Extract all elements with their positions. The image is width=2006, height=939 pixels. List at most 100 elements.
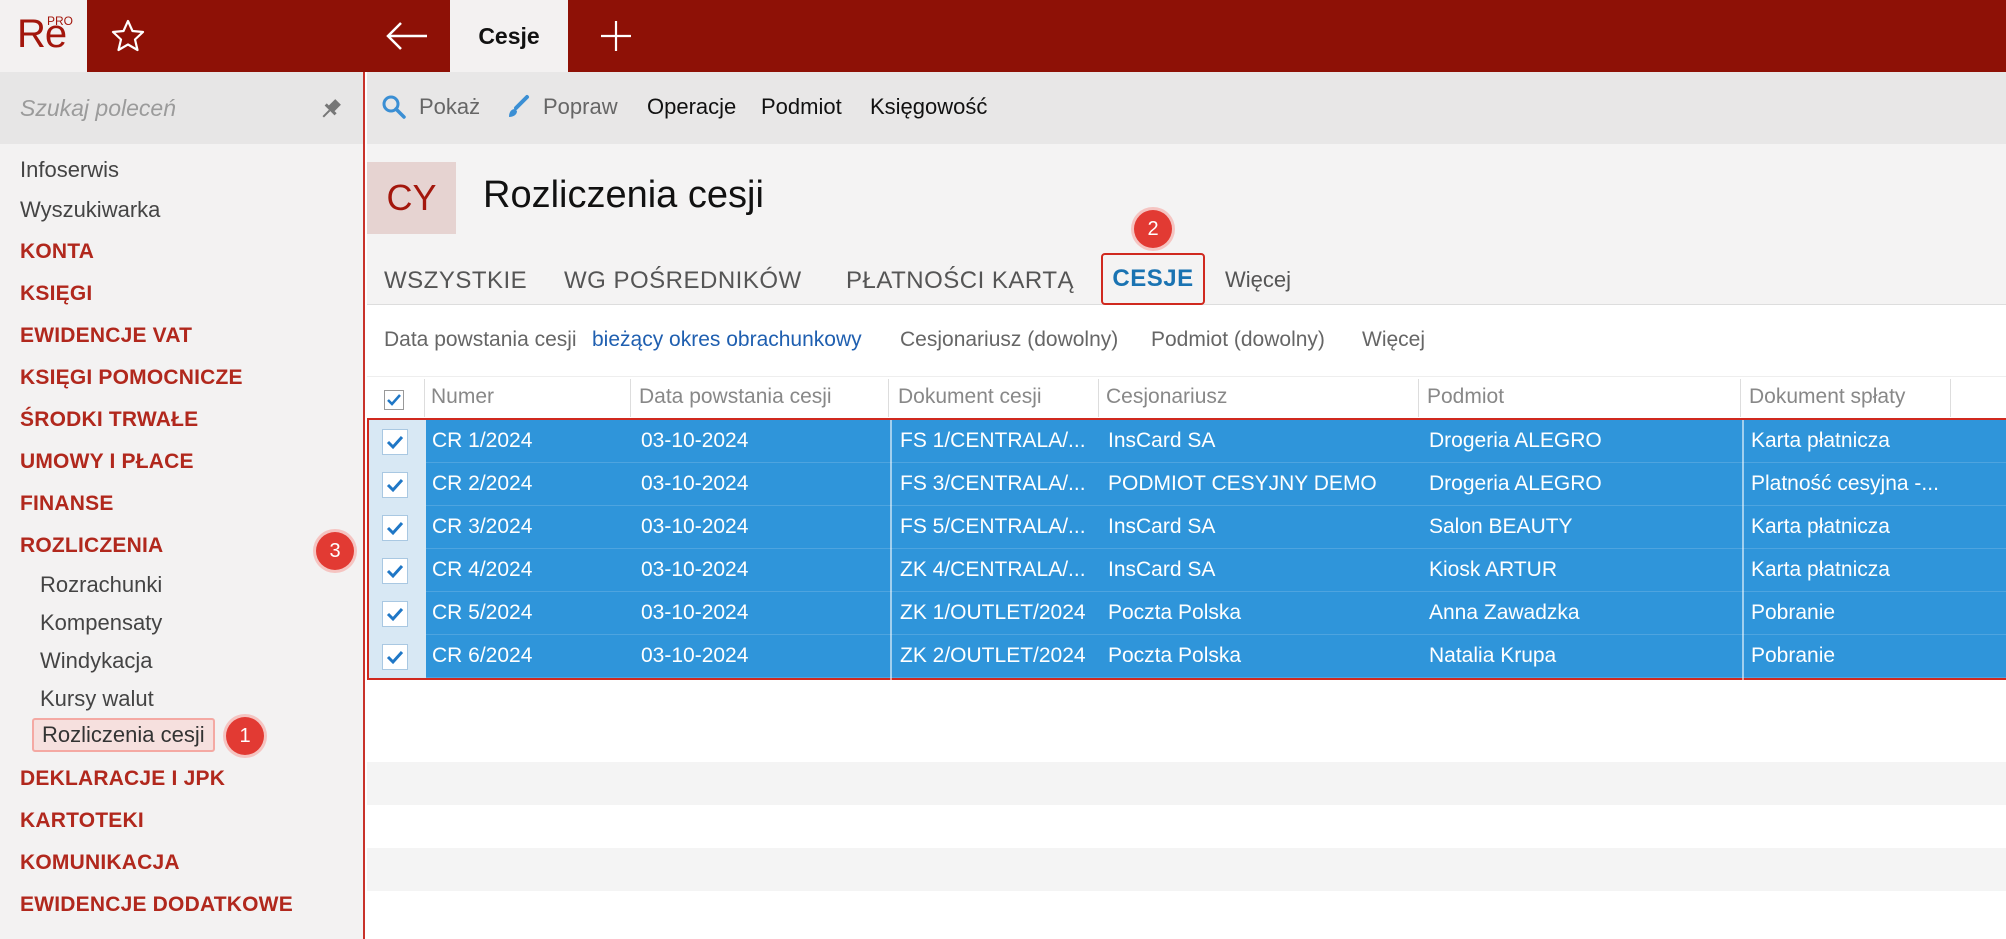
row-check-cell bbox=[369, 463, 426, 506]
cell-dokument-splaty: Platność cesyjna -... bbox=[1751, 472, 1939, 495]
empty-row bbox=[367, 719, 2006, 762]
row-check-cell bbox=[369, 592, 426, 635]
entity-menu[interactable]: Podmiot bbox=[761, 94, 842, 120]
table-row[interactable]: CR 6/2024 03-10-2024 ZK 2/OUTLET/2024 Po… bbox=[369, 635, 2006, 678]
column-header-dokument-splaty[interactable]: Dokument spłaty bbox=[1749, 385, 1905, 409]
cell-numer: CR 1/2024 bbox=[432, 429, 533, 452]
checkmark-icon bbox=[387, 394, 401, 406]
logo-superscript: PRO bbox=[47, 14, 74, 28]
cell-numer: CR 5/2024 bbox=[432, 601, 533, 624]
column-header-cesjonariusz[interactable]: Cesjonariusz bbox=[1106, 385, 1227, 409]
sidebar-section-kartoteki[interactable]: KARTOTEKI bbox=[20, 809, 144, 833]
row-checkbox[interactable] bbox=[382, 429, 408, 455]
filter-more[interactable]: Więcej bbox=[1362, 328, 1425, 352]
sidebar-section-umowy-i-place[interactable]: UMOWY I PŁACE bbox=[20, 450, 194, 474]
sidebar-item-infoserwis[interactable]: Infoserwis bbox=[20, 157, 119, 183]
checkmark-icon bbox=[386, 650, 404, 665]
cell-data: 03-10-2024 bbox=[641, 515, 749, 538]
cell-numer: CR 4/2024 bbox=[432, 558, 533, 581]
column-separator bbox=[1742, 420, 1744, 682]
brush-icon bbox=[509, 95, 529, 117]
column-separator bbox=[888, 379, 889, 417]
select-all-checkbox[interactable] bbox=[384, 390, 404, 410]
edit-button[interactable]: Popraw bbox=[505, 94, 618, 120]
tab-cesje-active[interactable]: CESJE bbox=[1101, 253, 1205, 305]
tab-wszystkie[interactable]: WSZYSTKIE bbox=[384, 267, 527, 295]
cell-dokument-cesji: ZK 1/OUTLET/2024 bbox=[900, 601, 1086, 624]
empty-row bbox=[367, 891, 2006, 934]
column-header-dokument-cesji[interactable]: Dokument cesji bbox=[898, 385, 1042, 409]
pin-icon[interactable] bbox=[318, 96, 344, 122]
tab-platnosci-karta[interactable]: PŁATNOŚCI KARTĄ bbox=[846, 267, 1074, 295]
sidebar-section-deklaracje[interactable]: DEKLARACJE I JPK bbox=[20, 767, 225, 791]
row-checkbox[interactable] bbox=[382, 515, 408, 541]
sidebar-section-ksiegi[interactable]: KSIĘGI bbox=[20, 282, 92, 306]
cell-numer: CR 2/2024 bbox=[432, 472, 533, 495]
back-arrow-icon[interactable] bbox=[383, 16, 431, 56]
cell-cesjonariusz: Poczta Polska bbox=[1108, 644, 1242, 667]
command-search-input[interactable] bbox=[20, 90, 310, 126]
sidebar-item-kursy-walut[interactable]: Kursy walut bbox=[40, 686, 154, 712]
sidebar-item-rozrachunki[interactable]: Rozrachunki bbox=[40, 572, 162, 598]
sidebar-section-konta[interactable]: KONTA bbox=[20, 240, 94, 264]
row-checkbox[interactable] bbox=[382, 601, 408, 627]
cell-podmiot: Anna Zawadzka bbox=[1429, 601, 1580, 624]
filter-assignee[interactable]: Cesjonariusz (dowolny) bbox=[900, 328, 1118, 352]
cell-data: 03-10-2024 bbox=[641, 601, 749, 624]
cell-cesjonariusz: InsCard SA bbox=[1108, 558, 1216, 581]
empty-row bbox=[367, 762, 2006, 805]
sidebar-item-wyszukiwarka[interactable]: Wyszukiwarka bbox=[20, 197, 160, 223]
column-separator bbox=[630, 379, 631, 417]
row-checkbox[interactable] bbox=[382, 558, 408, 584]
accounting-menu[interactable]: Księgowość bbox=[870, 94, 987, 120]
row-checkbox[interactable] bbox=[382, 644, 408, 670]
table-row[interactable]: CR 1/2024 03-10-2024 FS 1/CENTRALA/... I… bbox=[369, 420, 2006, 463]
cell-data: 03-10-2024 bbox=[641, 558, 749, 581]
row-check-cell bbox=[369, 420, 426, 463]
app-logo[interactable]: Re PRO bbox=[0, 0, 87, 72]
filter-date-value[interactable]: bieżący okres obrachunkowy bbox=[592, 328, 862, 352]
show-button[interactable]: Pokaż bbox=[381, 94, 480, 120]
cell-podmiot: Drogeria ALEGRO bbox=[1429, 429, 1602, 452]
sidebar-section-komunikacja[interactable]: KOMUNIKACJA bbox=[20, 851, 180, 875]
table-row[interactable]: CR 3/2024 03-10-2024 FS 5/CENTRALA/... I… bbox=[369, 506, 2006, 549]
column-header-numer[interactable]: Numer bbox=[431, 385, 494, 409]
column-header-data[interactable]: Data powstania cesji bbox=[639, 385, 832, 409]
page-header: CY Rozliczenia cesji bbox=[367, 144, 2006, 253]
sidebar-section-ewidencje-vat[interactable]: EWIDENCJE VAT bbox=[20, 324, 192, 348]
table-row[interactable]: CR 2/2024 03-10-2024 FS 3/CENTRALA/... P… bbox=[369, 463, 2006, 506]
empty-row bbox=[367, 848, 2006, 891]
cell-data: 03-10-2024 bbox=[641, 429, 749, 452]
cell-cesjonariusz: InsCard SA bbox=[1108, 429, 1216, 452]
cell-numer: CR 3/2024 bbox=[432, 515, 533, 538]
tab-more[interactable]: Więcej bbox=[1225, 267, 1291, 293]
cell-cesjonariusz: PODMIOT CESYJNY DEMO bbox=[1108, 472, 1377, 495]
view-tabs: WSZYSTKIE WG POŚREDNIKÓW PŁATNOŚCI KARTĄ… bbox=[367, 253, 2006, 305]
tab-wg-posrednikow[interactable]: WG POŚREDNIKÓW bbox=[564, 267, 802, 295]
operations-menu[interactable]: Operacje bbox=[647, 94, 736, 120]
filter-date-label: Data powstania cesji bbox=[384, 328, 577, 351]
sidebar-section-ksiegi-pomocnicze[interactable]: KSIĘGI POMOCNICZE bbox=[20, 366, 243, 390]
cell-dokument-splaty: Karta płatnicza bbox=[1751, 429, 1890, 452]
column-header-podmiot[interactable]: Podmiot bbox=[1427, 385, 1504, 409]
sidebar-item-kompensaty[interactable]: Kompensaty bbox=[40, 610, 162, 636]
sidebar-section-srodki-trwale[interactable]: ŚRODKI TRWAŁE bbox=[20, 408, 198, 432]
sidebar-item-windykacja[interactable]: Windykacja bbox=[40, 648, 152, 674]
favorite-star-icon[interactable] bbox=[108, 16, 148, 56]
sidebar-section-finanse[interactable]: FINANSE bbox=[20, 492, 114, 516]
row-check-cell bbox=[369, 635, 426, 678]
selected-rows: CR 1/2024 03-10-2024 FS 1/CENTRALA/... I… bbox=[367, 418, 2006, 682]
new-tab-plus-icon[interactable] bbox=[596, 16, 636, 56]
empty-row bbox=[367, 805, 2006, 848]
sidebar-section-ewidencje-dodatkowe[interactable]: EWIDENCJE DODATKOWE bbox=[20, 893, 293, 917]
cell-data: 03-10-2024 bbox=[641, 472, 749, 495]
cell-podmiot: Drogeria ALEGRO bbox=[1429, 472, 1602, 495]
sidebar-section-rozliczenia[interactable]: ROZLICZENIA bbox=[20, 534, 163, 558]
table-row[interactable]: CR 5/2024 03-10-2024 ZK 1/OUTLET/2024 Po… bbox=[369, 592, 2006, 635]
sidebar-item-rozliczenia-cesji[interactable]: Rozliczenia cesji bbox=[32, 718, 215, 752]
table-row[interactable]: CR 4/2024 03-10-2024 ZK 4/CENTRALA/... I… bbox=[369, 549, 2006, 592]
tab-cesje[interactable]: Cesje bbox=[450, 0, 568, 72]
row-checkbox[interactable] bbox=[382, 472, 408, 498]
command-search bbox=[0, 72, 363, 144]
filter-entity[interactable]: Podmiot (dowolny) bbox=[1151, 328, 1325, 352]
